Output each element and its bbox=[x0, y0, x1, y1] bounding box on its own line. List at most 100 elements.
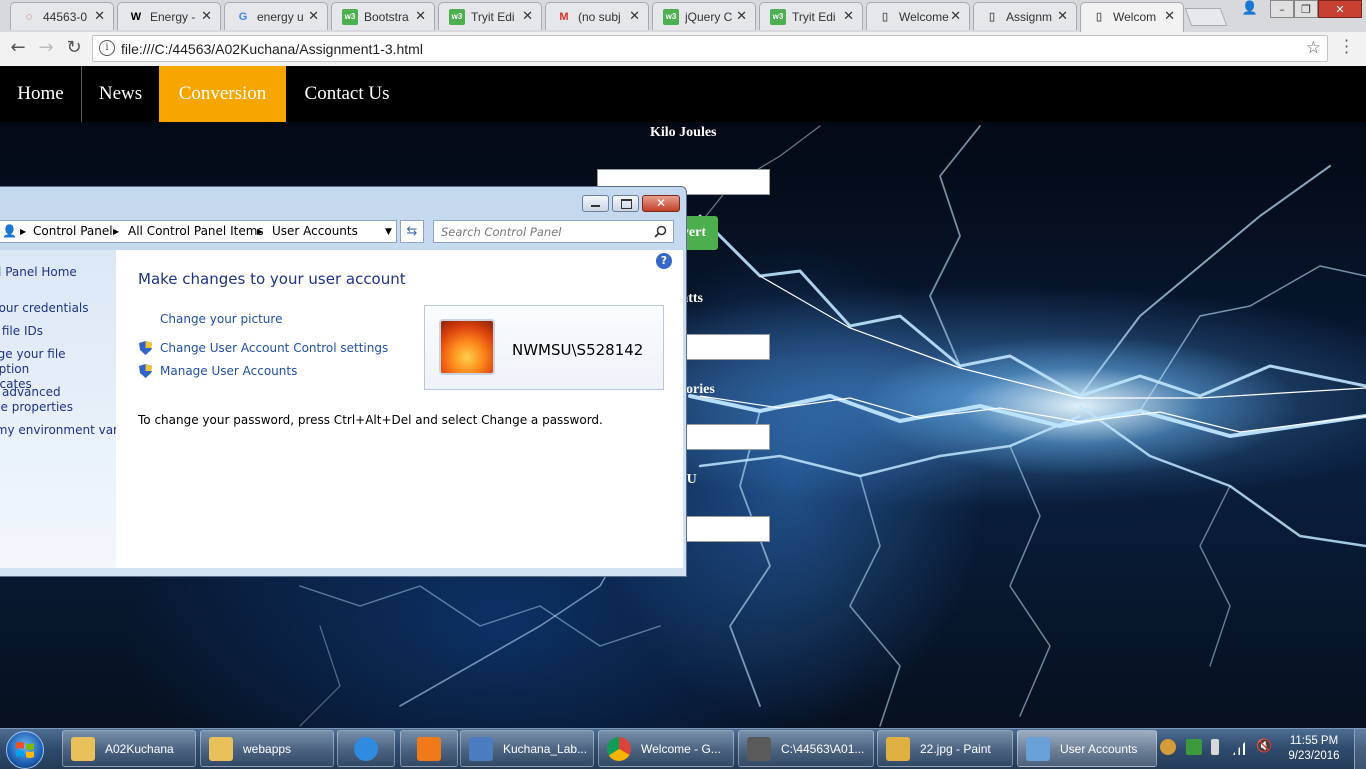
sidebar-advanced-profile[interactable]: Configure advanced user profile properti… bbox=[0, 385, 85, 415]
page-icon: ▯ bbox=[1095, 11, 1103, 23]
close-tab-icon[interactable]: ✕ bbox=[201, 8, 212, 24]
kilojoules-label: Kilo Joules bbox=[650, 125, 717, 140]
cp-minimize-button[interactable] bbox=[582, 195, 609, 212]
nav-contact-us[interactable]: Contact Us bbox=[286, 66, 408, 122]
uac-settings-link[interactable]: Change User Account Control settings bbox=[160, 341, 388, 355]
browser-tab[interactable]: ▯ Assignm ✕ bbox=[973, 2, 1077, 30]
tab-title: Assignm bbox=[1006, 10, 1053, 24]
crumb-user-accounts[interactable]: User Accounts bbox=[272, 224, 358, 238]
sublime-text-icon bbox=[747, 737, 771, 761]
tab-title: Bootstra bbox=[364, 10, 409, 24]
internet-explorer-icon bbox=[354, 737, 378, 761]
restore-button[interactable]: ❐ bbox=[1294, 0, 1318, 18]
clock-date: 9/23/2016 bbox=[1288, 750, 1340, 762]
taskbar-button[interactable]: User Accounts bbox=[1017, 730, 1157, 767]
help-icon[interactable]: ? bbox=[656, 253, 672, 269]
cp-close-button[interactable]: ✕ bbox=[642, 195, 680, 212]
windows-logo-icon bbox=[16, 742, 34, 758]
action-center-icon[interactable] bbox=[1160, 739, 1176, 755]
taskbar-label: 22.jpg - Paint bbox=[920, 742, 991, 756]
close-tab-icon[interactable]: ✕ bbox=[1057, 8, 1068, 24]
taskbar-button[interactable] bbox=[400, 730, 458, 767]
close-tab-icon[interactable]: ✕ bbox=[629, 8, 640, 24]
reload-button[interactable]: ↻ bbox=[64, 38, 84, 58]
browser-tab[interactable]: M (no subj ✕ bbox=[545, 2, 649, 30]
taskbar-button[interactable]: A02Kuchana bbox=[62, 730, 196, 767]
new-tab-button[interactable] bbox=[1184, 8, 1228, 26]
close-tab-icon[interactable]: ✕ bbox=[736, 8, 747, 24]
sidebar-manage-credentials[interactable]: Manage your credentials bbox=[0, 301, 89, 315]
paint-icon bbox=[886, 737, 910, 761]
close-tab-icon[interactable]: ✕ bbox=[843, 8, 854, 24]
taskbar-button[interactable]: Welcome - G... bbox=[598, 730, 734, 767]
browser-tab[interactable]: w3 Tryit Edi ✕ bbox=[438, 2, 542, 30]
crumb-all-items[interactable]: All Control Panel Items bbox=[128, 224, 264, 238]
browser-tab[interactable]: ▯ Welcome ✕ bbox=[866, 2, 970, 30]
system-clock[interactable]: 11:55 PM 9/23/2016 bbox=[1278, 734, 1350, 764]
sidebar-control-panel-home[interactable]: Control Panel Home bbox=[0, 265, 77, 279]
browser-tab[interactable]: Genergy u ✕ bbox=[224, 2, 328, 30]
address-bar[interactable]: i file:///C:/44563/A02Kuchana/Assignment… bbox=[92, 35, 1328, 62]
cp-refresh-icon[interactable]: ⇆ bbox=[400, 220, 424, 243]
bookmark-star-icon[interactable]: ☆ bbox=[1306, 38, 1321, 58]
tab-strip: ▯ Welcom ✕ ▯ Assignm ✕ ▯ Welcome ✕ w3 Tryit Edi ✕ w3… bbox=[0, 0, 1366, 33]
taskbar-button[interactable]: 22.jpg - Paint bbox=[877, 730, 1013, 767]
w3schools-icon: w3 bbox=[770, 9, 786, 25]
change-picture-link[interactable]: Change your picture bbox=[160, 312, 282, 326]
tab-title: 44563-0 bbox=[43, 10, 88, 24]
taskbar-label: User Accounts bbox=[1060, 742, 1138, 756]
page-icon: ▯ bbox=[881, 11, 889, 23]
cp-sidebar: Control Panel Home Manage your credentia… bbox=[0, 250, 153, 568]
crumb-separator-icon[interactable]: ▶ bbox=[20, 227, 26, 236]
forward-button[interactable]: → bbox=[36, 38, 56, 58]
user-accounts-window[interactable]: ✕ 👤 ▶ Control Panel ▶ All Control Panel … bbox=[0, 186, 687, 577]
crumb-separator-icon[interactable]: ▶ bbox=[257, 227, 263, 236]
close-tab-icon[interactable]: ✕ bbox=[308, 8, 319, 24]
browser-tab[interactable]: ▯ Welcom ✕ bbox=[1080, 2, 1184, 32]
nav-home[interactable]: Home bbox=[0, 66, 82, 122]
sidebar-file-ids[interactable]: Create a file IDs bbox=[0, 324, 43, 338]
close-tab-icon[interactable]: ✕ bbox=[522, 8, 533, 24]
minimize-button[interactable]: – bbox=[1270, 0, 1294, 18]
security-tray-icon[interactable] bbox=[1186, 739, 1202, 755]
browser-tab[interactable]: W Energy - ✕ bbox=[117, 2, 221, 30]
browser-tab[interactable]: w3 Tryit Edi ✕ bbox=[759, 2, 863, 30]
site-navbar: Home News Conversion Contact Us bbox=[0, 66, 1366, 122]
nav-conversion[interactable]: Conversion bbox=[159, 66, 286, 122]
close-browser-button[interactable]: ✕ bbox=[1318, 0, 1362, 18]
show-desktop-button[interactable] bbox=[1354, 729, 1366, 769]
search-icon[interactable] bbox=[654, 225, 667, 238]
page-info-icon[interactable]: i bbox=[99, 40, 115, 56]
chrome-menu-icon[interactable]: · · · bbox=[1344, 33, 1349, 61]
manage-user-accounts-link[interactable]: Manage User Accounts bbox=[160, 364, 297, 378]
start-button[interactable] bbox=[6, 731, 44, 769]
close-tab-icon[interactable]: ✕ bbox=[94, 8, 105, 24]
w3schools-icon: w3 bbox=[663, 9, 679, 25]
volume-muted-icon[interactable]: 🔇 bbox=[1256, 739, 1272, 755]
browser-tab[interactable]: w3 Bootstra ✕ bbox=[331, 2, 435, 30]
close-tab-icon[interactable]: ✕ bbox=[1164, 8, 1175, 24]
user-account-tile: NWMSU\S528142 bbox=[424, 305, 664, 390]
close-tab-icon[interactable]: ✕ bbox=[415, 8, 426, 24]
battery-icon[interactable] bbox=[1211, 739, 1219, 755]
profile-icon[interactable]: 👤 bbox=[1238, 0, 1262, 18]
user-accounts-crumb-icon: 👤 bbox=[2, 224, 17, 238]
crumb-control-panel[interactable]: Control Panel bbox=[33, 224, 113, 238]
taskbar-button[interactable]: C:\44563\A01... bbox=[738, 730, 874, 767]
back-button[interactable]: ← bbox=[8, 38, 28, 58]
browser-tab[interactable]: w3 jQuery C ✕ bbox=[652, 2, 756, 30]
browser-tab[interactable]: ◌ 44563-0 ✕ bbox=[10, 2, 114, 30]
crumb-separator-icon[interactable]: ▶ bbox=[113, 227, 119, 236]
user-avatar-flower bbox=[439, 319, 495, 375]
close-tab-icon[interactable]: ✕ bbox=[950, 8, 961, 24]
taskbar-button[interactable]: Kuchana_Lab... bbox=[460, 730, 594, 767]
cp-maximize-button[interactable] bbox=[612, 195, 639, 212]
nav-news[interactable]: News bbox=[82, 66, 159, 122]
taskbar-button[interactable]: webapps bbox=[200, 730, 334, 767]
network-signal-icon[interactable] bbox=[1232, 739, 1248, 755]
taskbar-button[interactable] bbox=[337, 730, 395, 767]
history-dropdown-icon[interactable]: ▼ bbox=[385, 227, 392, 237]
cp-breadcrumb[interactable]: 👤 ▶ Control Panel ▶ All Control Panel It… bbox=[0, 220, 397, 243]
windows-taskbar: 🔇 11:55 PM 9/23/2016 A02Kuchana webapps Ku… bbox=[0, 728, 1366, 769]
cp-search-input[interactable]: Search Control Panel bbox=[433, 220, 674, 243]
